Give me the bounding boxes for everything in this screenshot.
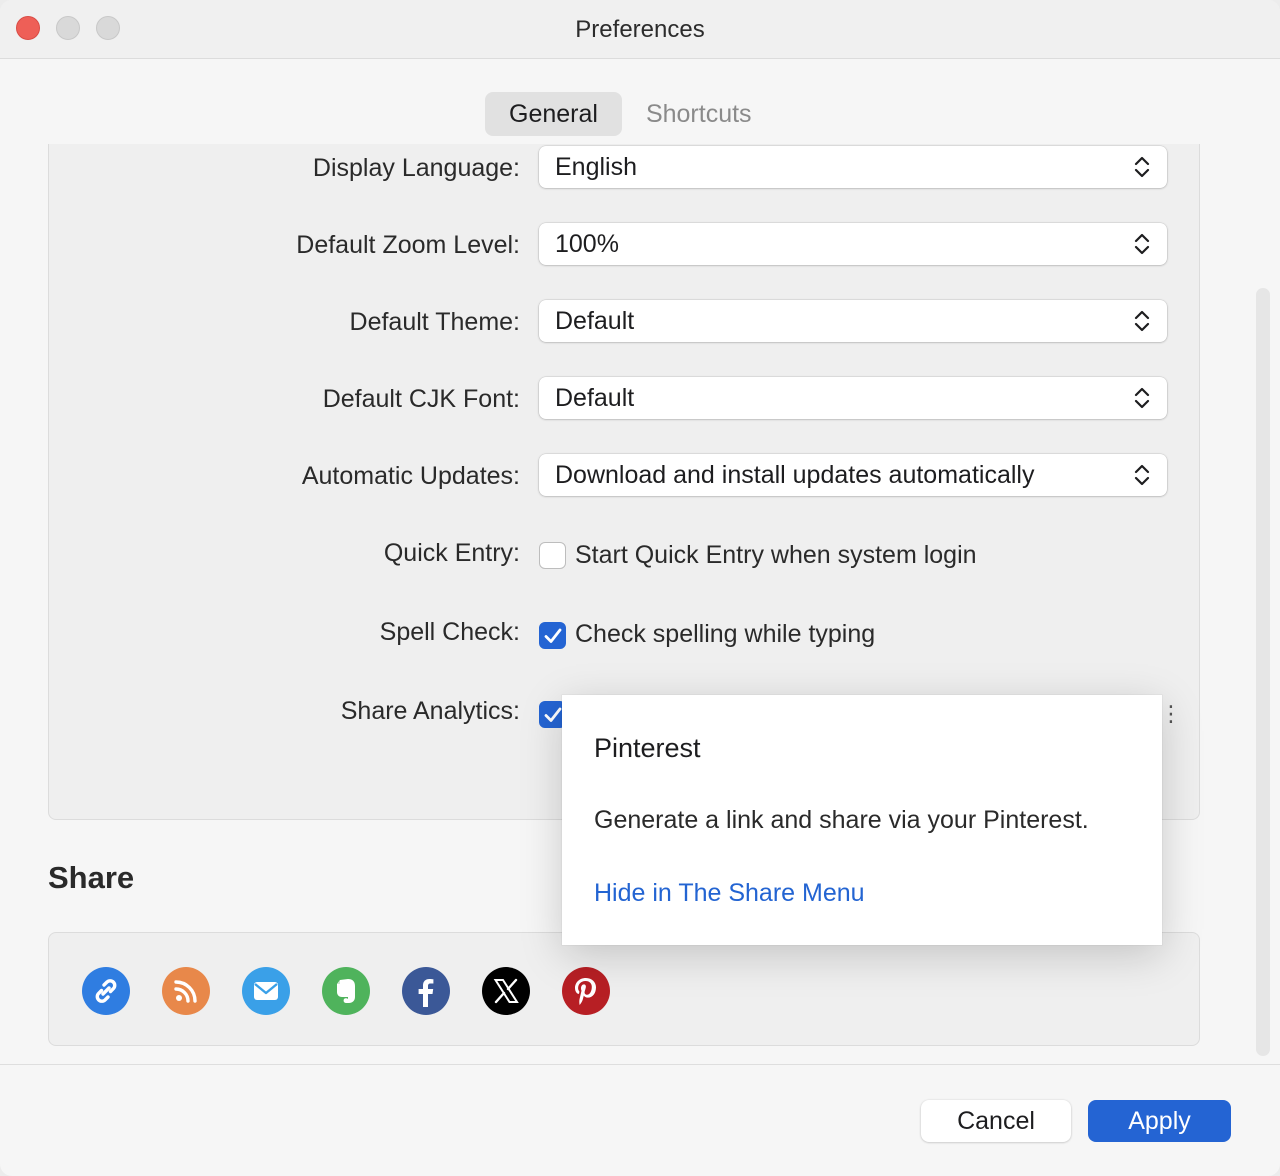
preferences-window: Preferences General Shortcuts Display La… [0, 0, 1280, 1176]
display-language-select[interactable]: English [539, 146, 1167, 188]
checkmark-icon [544, 628, 562, 643]
display-language-value: English [555, 153, 637, 181]
checkmark-icon [544, 707, 562, 722]
share-analytics-label: Share Analytics: [340, 697, 520, 725]
x-icon[interactable] [482, 967, 530, 1015]
quick-entry-label: Quick Entry: [383, 539, 520, 567]
link-icon[interactable] [82, 967, 130, 1015]
hide-in-share-menu-link[interactable]: Hide in The Share Menu [594, 879, 865, 908]
rss-icon[interactable] [162, 967, 210, 1015]
email-icon[interactable] [242, 967, 290, 1015]
spell-check-checkbox[interactable] [539, 622, 566, 649]
quick-entry-text[interactable]: Start Quick Entry when system login [575, 541, 977, 570]
default-theme-label: Default Theme: [349, 308, 520, 336]
popover-description: Generate a link and share via your Pinte… [594, 806, 1089, 834]
popover-title: Pinterest [594, 733, 701, 763]
cancel-button[interactable]: Cancel [921, 1100, 1071, 1142]
display-language-label: Display Language: [312, 154, 520, 182]
chevron-up-down-icon [1134, 310, 1150, 332]
default-theme-value: Default [555, 307, 635, 335]
spell-check-label: Spell Check: [379, 618, 520, 646]
default-cjk-font-label: Default CJK Font: [322, 385, 520, 413]
evernote-icon[interactable] [322, 967, 370, 1015]
share-service-popover: Pinterest Generate a link and share via … [562, 695, 1162, 945]
automatic-updates-value: Download and install updates automatical… [555, 461, 1035, 489]
default-cjk-font-value: Default [555, 384, 635, 412]
default-zoom-value: 100% [555, 230, 619, 258]
automatic-updates-select[interactable]: Download and install updates automatical… [539, 454, 1167, 496]
facebook-icon[interactable] [402, 967, 450, 1015]
automatic-updates-label: Automatic Updates: [301, 462, 520, 490]
tab-bar: General Shortcuts [485, 92, 776, 136]
more-options-icon[interactable]: ⋮ [1160, 703, 1182, 725]
default-theme-select[interactable]: Default [539, 300, 1167, 342]
vertical-scrollbar[interactable] [1256, 288, 1270, 1056]
chevron-up-down-icon [1134, 233, 1150, 255]
quick-entry-checkbox[interactable] [539, 542, 566, 569]
chevron-up-down-icon [1134, 464, 1150, 486]
pinterest-icon[interactable] [562, 967, 610, 1015]
tab-general[interactable]: General [485, 92, 622, 136]
chevron-up-down-icon [1134, 387, 1150, 409]
default-cjk-font-select[interactable]: Default [539, 377, 1167, 419]
tab-shortcuts[interactable]: Shortcuts [622, 92, 776, 136]
share-icons-box [48, 932, 1200, 1046]
footer-divider [0, 1064, 1280, 1065]
window-title: Preferences [575, 16, 705, 43]
apply-button[interactable]: Apply [1088, 1100, 1231, 1142]
default-zoom-label: Default Zoom Level: [296, 231, 520, 259]
default-zoom-select[interactable]: 100% [539, 223, 1167, 265]
spell-check-text[interactable]: Check spelling while typing [575, 620, 875, 649]
share-heading: Share [48, 860, 135, 895]
chevron-up-down-icon [1134, 156, 1150, 178]
title-bar: Preferences [0, 0, 1280, 59]
